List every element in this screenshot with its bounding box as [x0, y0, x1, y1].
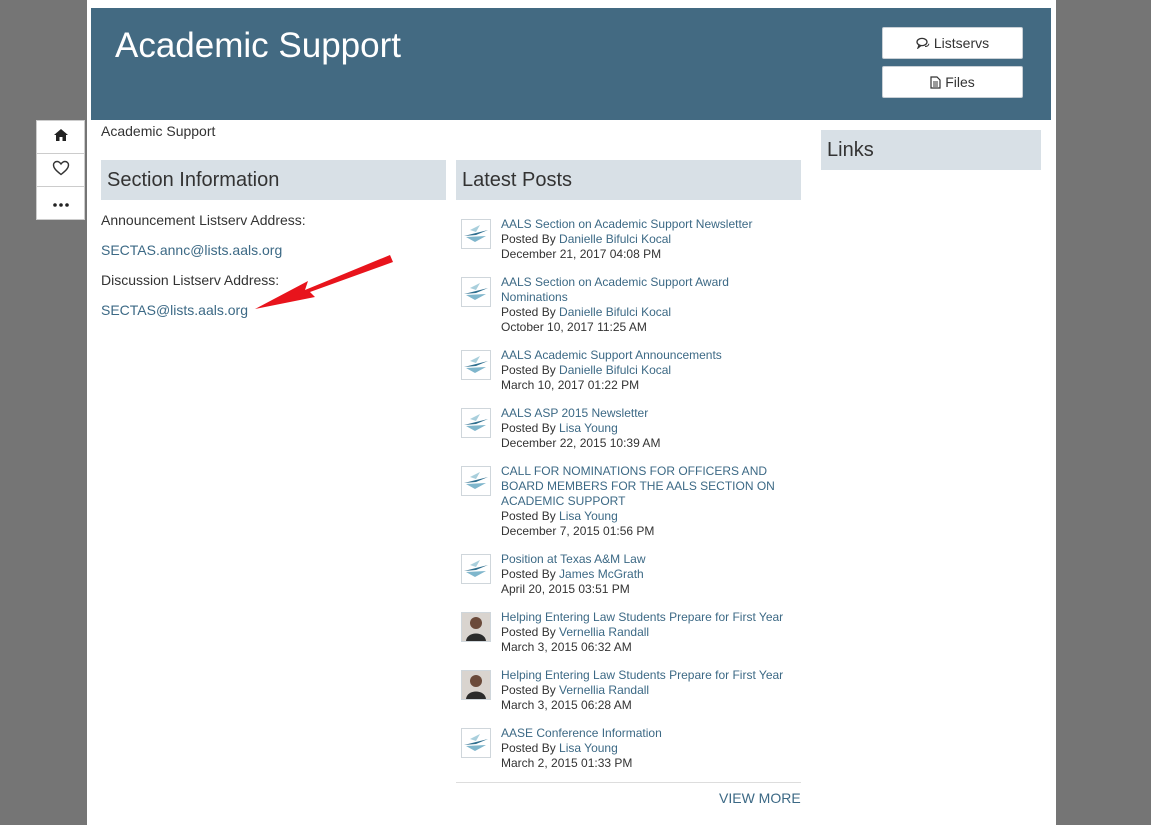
aals-logo-icon: [462, 731, 490, 755]
posted-by-label: Posted By: [501, 509, 560, 523]
aals-logo-icon: [462, 222, 490, 246]
post-thumbnail[interactable]: [461, 554, 491, 584]
post-author-link[interactable]: Danielle Bifulci Kocal: [559, 363, 671, 377]
author-photo: [462, 613, 490, 641]
view-more-link[interactable]: VIEW MORE: [719, 790, 801, 806]
post-title-link[interactable]: CALL FOR NOMINATIONS FOR OFFICERS AND BO…: [501, 464, 796, 509]
post-thumbnail[interactable]: [461, 219, 491, 249]
post-thumbnail[interactable]: [461, 466, 491, 496]
post-title-link[interactable]: Position at Texas A&M Law: [501, 552, 796, 567]
post-date: March 10, 2017 01:22 PM: [501, 378, 640, 392]
more-button[interactable]: [37, 187, 84, 219]
side-toolbar: [36, 120, 85, 220]
breadcrumb: Academic Support: [101, 123, 216, 139]
discussion-email-link[interactable]: SECTAS@lists.aals.org: [101, 302, 248, 318]
red-arrow-annotation: [255, 255, 393, 309]
post-author-link[interactable]: Danielle Bifulci Kocal: [559, 232, 671, 246]
post-author-link[interactable]: Lisa Young: [559, 421, 618, 435]
posts-divider: [456, 782, 801, 783]
post-date: December 21, 2017 04:08 PM: [501, 247, 662, 261]
comments-icon: [916, 37, 930, 49]
post-title-link[interactable]: AASE Conference Information: [501, 726, 796, 741]
post-author-link[interactable]: Vernellia Randall: [559, 683, 649, 697]
favorite-button[interactable]: [37, 154, 84, 187]
post-thumbnail[interactable]: [461, 350, 491, 380]
post-author-link[interactable]: Lisa Young: [559, 741, 618, 755]
post-title-link[interactable]: Helping Entering Law Students Prepare fo…: [501, 668, 796, 683]
files-button[interactable]: Files: [882, 66, 1023, 98]
posted-by-label: Posted By: [501, 683, 560, 697]
post-thumbnail[interactable]: [461, 670, 491, 700]
aals-logo-icon: [462, 280, 490, 304]
posted-by-label: Posted By: [501, 305, 560, 319]
posted-by-label: Posted By: [501, 567, 560, 581]
post-title-link[interactable]: AALS ASP 2015 Newsletter: [501, 406, 796, 421]
section-header: Academic Support Listservs Files: [91, 8, 1051, 120]
announcement-label: Announcement Listserv Address:: [101, 212, 306, 228]
links-heading: Links: [821, 130, 1041, 170]
listservs-button[interactable]: Listservs: [882, 27, 1023, 59]
author-photo: [462, 671, 490, 699]
post-title-link[interactable]: AALS Section on Academic Support Award N…: [501, 275, 796, 305]
post-author-link[interactable]: Lisa Young: [559, 509, 618, 523]
post-date: March 2, 2015 01:33 PM: [501, 756, 633, 770]
post-date: April 20, 2015 03:51 PM: [501, 582, 630, 596]
post-date: December 22, 2015 10:39 AM: [501, 436, 661, 450]
aals-logo-icon: [462, 557, 490, 581]
aals-logo-icon: [462, 353, 490, 377]
post-date: October 10, 2017 11:25 AM: [501, 320, 647, 334]
post-date: March 3, 2015 06:28 AM: [501, 698, 632, 712]
post-thumbnail[interactable]: [461, 728, 491, 758]
aals-logo-icon: [462, 411, 490, 435]
post-title-link[interactable]: AALS Academic Support Announcements: [501, 348, 796, 363]
post-title-link[interactable]: AALS Section on Academic Support Newslet…: [501, 217, 796, 232]
posted-by-label: Posted By: [501, 363, 560, 377]
latest-posts-heading: Latest Posts: [456, 160, 801, 200]
post-thumbnail[interactable]: [461, 612, 491, 642]
posted-by-label: Posted By: [501, 741, 560, 755]
post-thumbnail[interactable]: [461, 408, 491, 438]
aals-logo-icon: [462, 469, 490, 493]
posted-by-label: Posted By: [501, 625, 560, 639]
post-author-link[interactable]: James McGrath: [559, 567, 644, 581]
post-title-link[interactable]: Helping Entering Law Students Prepare fo…: [501, 610, 796, 625]
file-icon: [930, 75, 941, 89]
home-icon: [53, 128, 69, 147]
post-date: December 7, 2015 01:56 PM: [501, 524, 655, 538]
page-title: Academic Support: [115, 26, 401, 65]
more-icon: [52, 194, 69, 212]
home-button[interactable]: [37, 121, 84, 154]
listservs-label: Listservs: [933, 35, 990, 51]
files-label: Files: [945, 74, 975, 90]
posted-by-label: Posted By: [501, 232, 560, 246]
post-date: March 3, 2015 06:32 AM: [501, 640, 632, 654]
heart-icon: [52, 160, 70, 181]
post-author-link[interactable]: Vernellia Randall: [559, 625, 649, 639]
post-thumbnail[interactable]: [461, 277, 491, 307]
posted-by-label: Posted By: [501, 421, 560, 435]
section-information-heading: Section Information: [101, 160, 446, 200]
post-author-link[interactable]: Danielle Bifulci Kocal: [559, 305, 671, 319]
